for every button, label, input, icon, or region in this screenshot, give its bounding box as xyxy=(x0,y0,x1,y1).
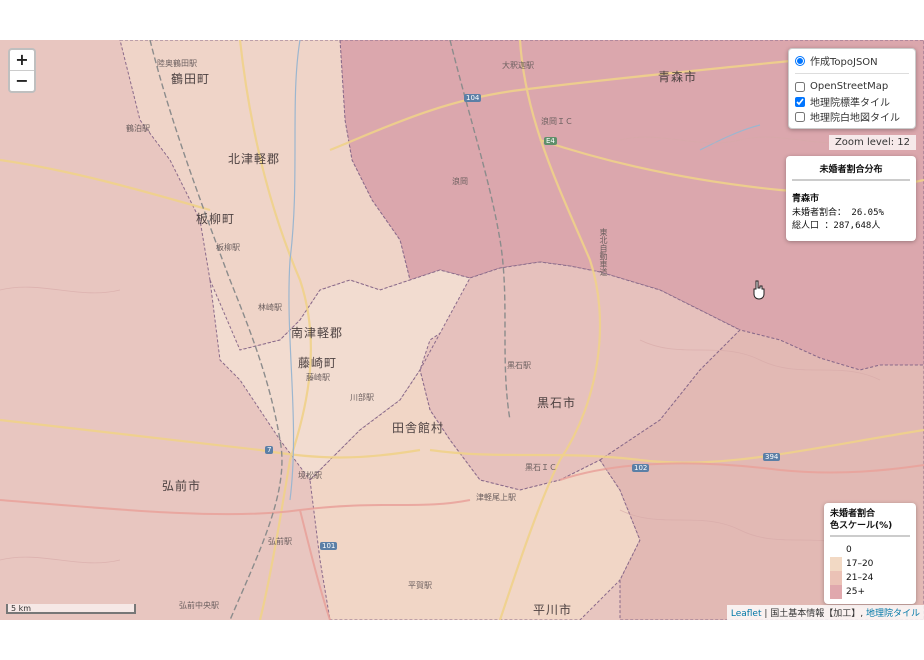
station-label-fujisaki: 藤崎駅 xyxy=(306,373,330,382)
attribution-text: | 国土基本情報【加工】, xyxy=(761,609,866,619)
city-label-aomori: 青森市 xyxy=(658,70,698,84)
station-label-sakaimatsu: 境松駅 xyxy=(298,471,322,480)
layer-option-gsi-blank[interactable]: 地理院白地図タイル xyxy=(795,109,909,124)
legend-swatch xyxy=(830,543,842,557)
layer-radio-topojson[interactable] xyxy=(795,55,805,66)
station-label-tsurudomari: 鶴泊駅 xyxy=(126,124,150,133)
station-label-oshaka: 大釈迦駅 xyxy=(502,61,534,70)
layer-label-osm: OpenStreetMap xyxy=(810,81,889,92)
district-label-minamitsugaru: 南津軽郡 xyxy=(291,326,344,340)
zoom-in-button[interactable]: + xyxy=(10,50,34,70)
layer-label-gsi-std: 地理院標準タイル xyxy=(810,98,890,109)
city-label-hirosaki: 弘前市 xyxy=(162,479,202,493)
station-label-mutsutsuruta: 陸奥鶴田駅 xyxy=(157,59,197,68)
station-label-kawabe: 川部駅 xyxy=(350,393,374,402)
route-shield-394: 394 xyxy=(763,453,781,461)
leaflet-link[interactable]: Leaflet xyxy=(731,609,762,619)
city-label-kuroishi: 黒石市 xyxy=(537,396,577,410)
legend-item-label: 0 xyxy=(846,545,852,555)
layer-checkbox-gsi-blank[interactable] xyxy=(795,111,805,122)
route-shield-102: 102 xyxy=(632,464,650,472)
legend-swatch xyxy=(830,571,842,585)
legend-item: 0 xyxy=(830,543,910,557)
zoom-level-readout: Zoom level: 12 xyxy=(828,135,916,150)
layer-label-gsi-blank: 地理院白地図タイル xyxy=(810,113,900,124)
legend-item-label: 21–24 xyxy=(846,573,874,583)
highway-label: 東北自動車道 xyxy=(599,228,608,276)
legend-swatch xyxy=(830,557,842,571)
station-label-hayashizaki: 林崎駅 xyxy=(258,303,282,312)
route-shield-7: 7 xyxy=(265,446,274,454)
legend-item-label: 17–20 xyxy=(846,559,874,569)
legend-title-line2: 色スケール(%) xyxy=(830,521,893,531)
town-label-itayanagi: 板柳町 xyxy=(196,212,236,226)
color-legend: 未婚者割合 色スケール(%) 0 17–20 21–24 25+ xyxy=(824,503,916,604)
station-label-kuroishi: 黒石駅 xyxy=(507,361,531,370)
legend-title: 未婚者割合 色スケール(%) xyxy=(830,508,910,537)
place-label-namioka: 浪岡 xyxy=(452,177,468,186)
attribution: Leaflet | 国土基本情報【加工】, 地理院タイル xyxy=(726,605,924,620)
layer-option-gsi-std[interactable]: 地理院標準タイル xyxy=(795,94,909,109)
zoom-control: + − xyxy=(8,48,36,93)
village-label-inakadate: 田舎館村 xyxy=(392,421,445,435)
legend-item-label: 25+ xyxy=(846,587,865,597)
town-label-tsuruta: 鶴田町 xyxy=(171,72,211,86)
legend-item: 25+ xyxy=(830,585,910,599)
district-label-kitatsugaru: 北津軽郡 xyxy=(228,152,281,166)
layer-control: 作成TopoJSON OpenStreetMap 地理院標準タイル 地理院白地図… xyxy=(788,48,916,129)
ic-label-namioka: 浪岡ＩＣ xyxy=(541,117,573,126)
info-panel: 未婚者割合分布 青森市 未婚者割合： 26.05% 総人口 ：287,648人 xyxy=(786,156,916,241)
layer-label-topojson: 作成TopoJSON xyxy=(810,57,878,68)
mouse-pointer-icon xyxy=(752,280,766,304)
route-shield-101: 101 xyxy=(320,542,338,550)
legend-title-line1: 未婚者割合 xyxy=(830,509,876,519)
legend-swatch xyxy=(830,585,842,599)
info-municipality: 青森市 xyxy=(792,194,820,204)
info-title: 未婚者割合分布 xyxy=(792,162,910,181)
info-ratio: 未婚者割合： 26.05% xyxy=(792,208,884,218)
legend-item: 21–24 xyxy=(830,571,910,585)
legend-item: 17–20 xyxy=(830,557,910,571)
ic-label-kuroishi: 黒石ＩＣ xyxy=(525,463,557,472)
info-population: 総人口 ：287,648人 xyxy=(792,221,881,231)
town-label-fujisaki: 藤崎町 xyxy=(298,356,338,370)
layer-checkbox-osm[interactable] xyxy=(795,81,805,92)
station-label-itayanagi: 板柳駅 xyxy=(216,243,240,252)
gsi-tiles-link[interactable]: 地理院タイル xyxy=(866,609,920,619)
route-shield-e4: E4 xyxy=(544,137,557,145)
layer-separator xyxy=(795,73,909,74)
station-label-hirosaki: 弘前駅 xyxy=(268,537,292,546)
layer-option-topojson[interactable]: 作成TopoJSON xyxy=(795,53,909,68)
station-label-hirosakichuo: 弘前中央駅 xyxy=(179,601,219,610)
layer-checkbox-gsi-std[interactable] xyxy=(795,96,805,107)
station-label-tsugaru-onoe: 津軽尾上駅 xyxy=(476,493,516,502)
station-label-hiraka: 平賀駅 xyxy=(408,581,432,590)
layer-option-osm[interactable]: OpenStreetMap xyxy=(795,79,909,94)
scale-bar: 5 km xyxy=(6,604,136,614)
zoom-out-button[interactable]: − xyxy=(10,70,34,91)
legend-items: 0 17–20 21–24 25+ xyxy=(830,543,910,599)
route-shield-104: 104 xyxy=(464,94,482,102)
map-view[interactable]: 青森市 北津軽郡 鶴田町 板柳町 南津軽郡 藤崎町 田舎館村 黒石市 弘前市 平… xyxy=(0,40,924,620)
city-label-hirakawa: 平川市 xyxy=(533,603,573,617)
